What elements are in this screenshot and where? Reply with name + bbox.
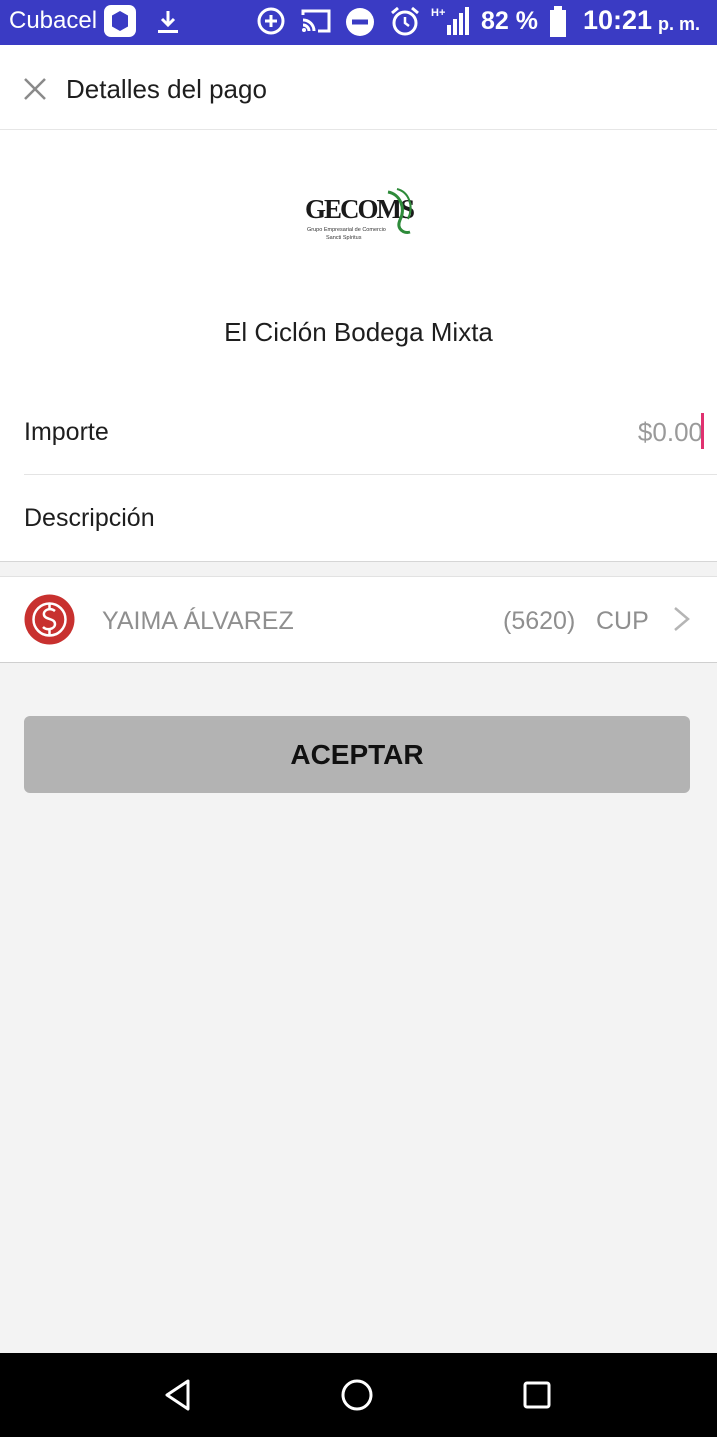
merchant-logo-subtitle-1: Grupo Empresarial de Comercio	[307, 227, 386, 233]
battery-percent: 82 %	[481, 7, 538, 35]
clock-suffix: p. m.	[658, 14, 701, 34]
do-not-disturb-icon	[346, 8, 374, 36]
download-icon	[158, 11, 178, 33]
merchant-logo-subtitle-2: Sancti Spíritus	[326, 235, 362, 241]
account-currency: CUP	[596, 607, 649, 635]
page-title: Detalles del pago	[66, 74, 267, 104]
chevron-right-icon[interactable]	[672, 605, 692, 633]
text-cursor	[701, 413, 704, 449]
status-bar: Cubacel H+ 82 % 10:21 p. m.	[0, 0, 717, 45]
close-icon[interactable]	[22, 76, 48, 102]
description-label: Descripción	[24, 504, 155, 532]
clock: 10:21	[583, 5, 653, 35]
app-bar: Detalles del pago	[0, 45, 717, 130]
battery-icon	[550, 6, 566, 37]
accept-button[interactable]: ACEPTAR	[24, 716, 690, 793]
account-holder: YAIMA ÁLVAREZ	[102, 607, 294, 635]
recents-square-icon[interactable]	[519, 1377, 555, 1413]
merchant-logo: GECOMSS Grupo Empresarial de Comercio Sa…	[305, 188, 414, 241]
amount-input[interactable]: $0.00	[638, 417, 703, 448]
card-last-digits: (5620)	[503, 607, 576, 635]
amount-field[interactable]: Importe $0.00	[24, 389, 717, 475]
amount-label: Importe	[24, 418, 109, 446]
account-selector[interactable]: YAIMA ÁLVAREZ (5620) CUP	[0, 576, 717, 663]
signal-icon: H+	[431, 7, 469, 35]
bank-logo-icon	[24, 594, 75, 645]
app-notification-icon	[104, 5, 136, 37]
back-triangle-icon[interactable]	[160, 1377, 196, 1413]
description-field[interactable]: Descripción	[24, 475, 717, 561]
data-saver-icon	[257, 7, 285, 35]
alarm-icon	[391, 6, 419, 36]
cast-icon	[301, 9, 331, 33]
network-type-label: H+	[431, 7, 445, 19]
payment-details-card: GECOMSS Grupo Empresarial de Comercio Sa…	[0, 130, 717, 562]
home-circle-icon[interactable]	[339, 1377, 375, 1413]
system-navigation-bar	[0, 1353, 717, 1437]
merchant-name: El Ciclón Bodega Mixta	[224, 317, 493, 347]
carrier-name: Cubacel	[9, 7, 98, 34]
